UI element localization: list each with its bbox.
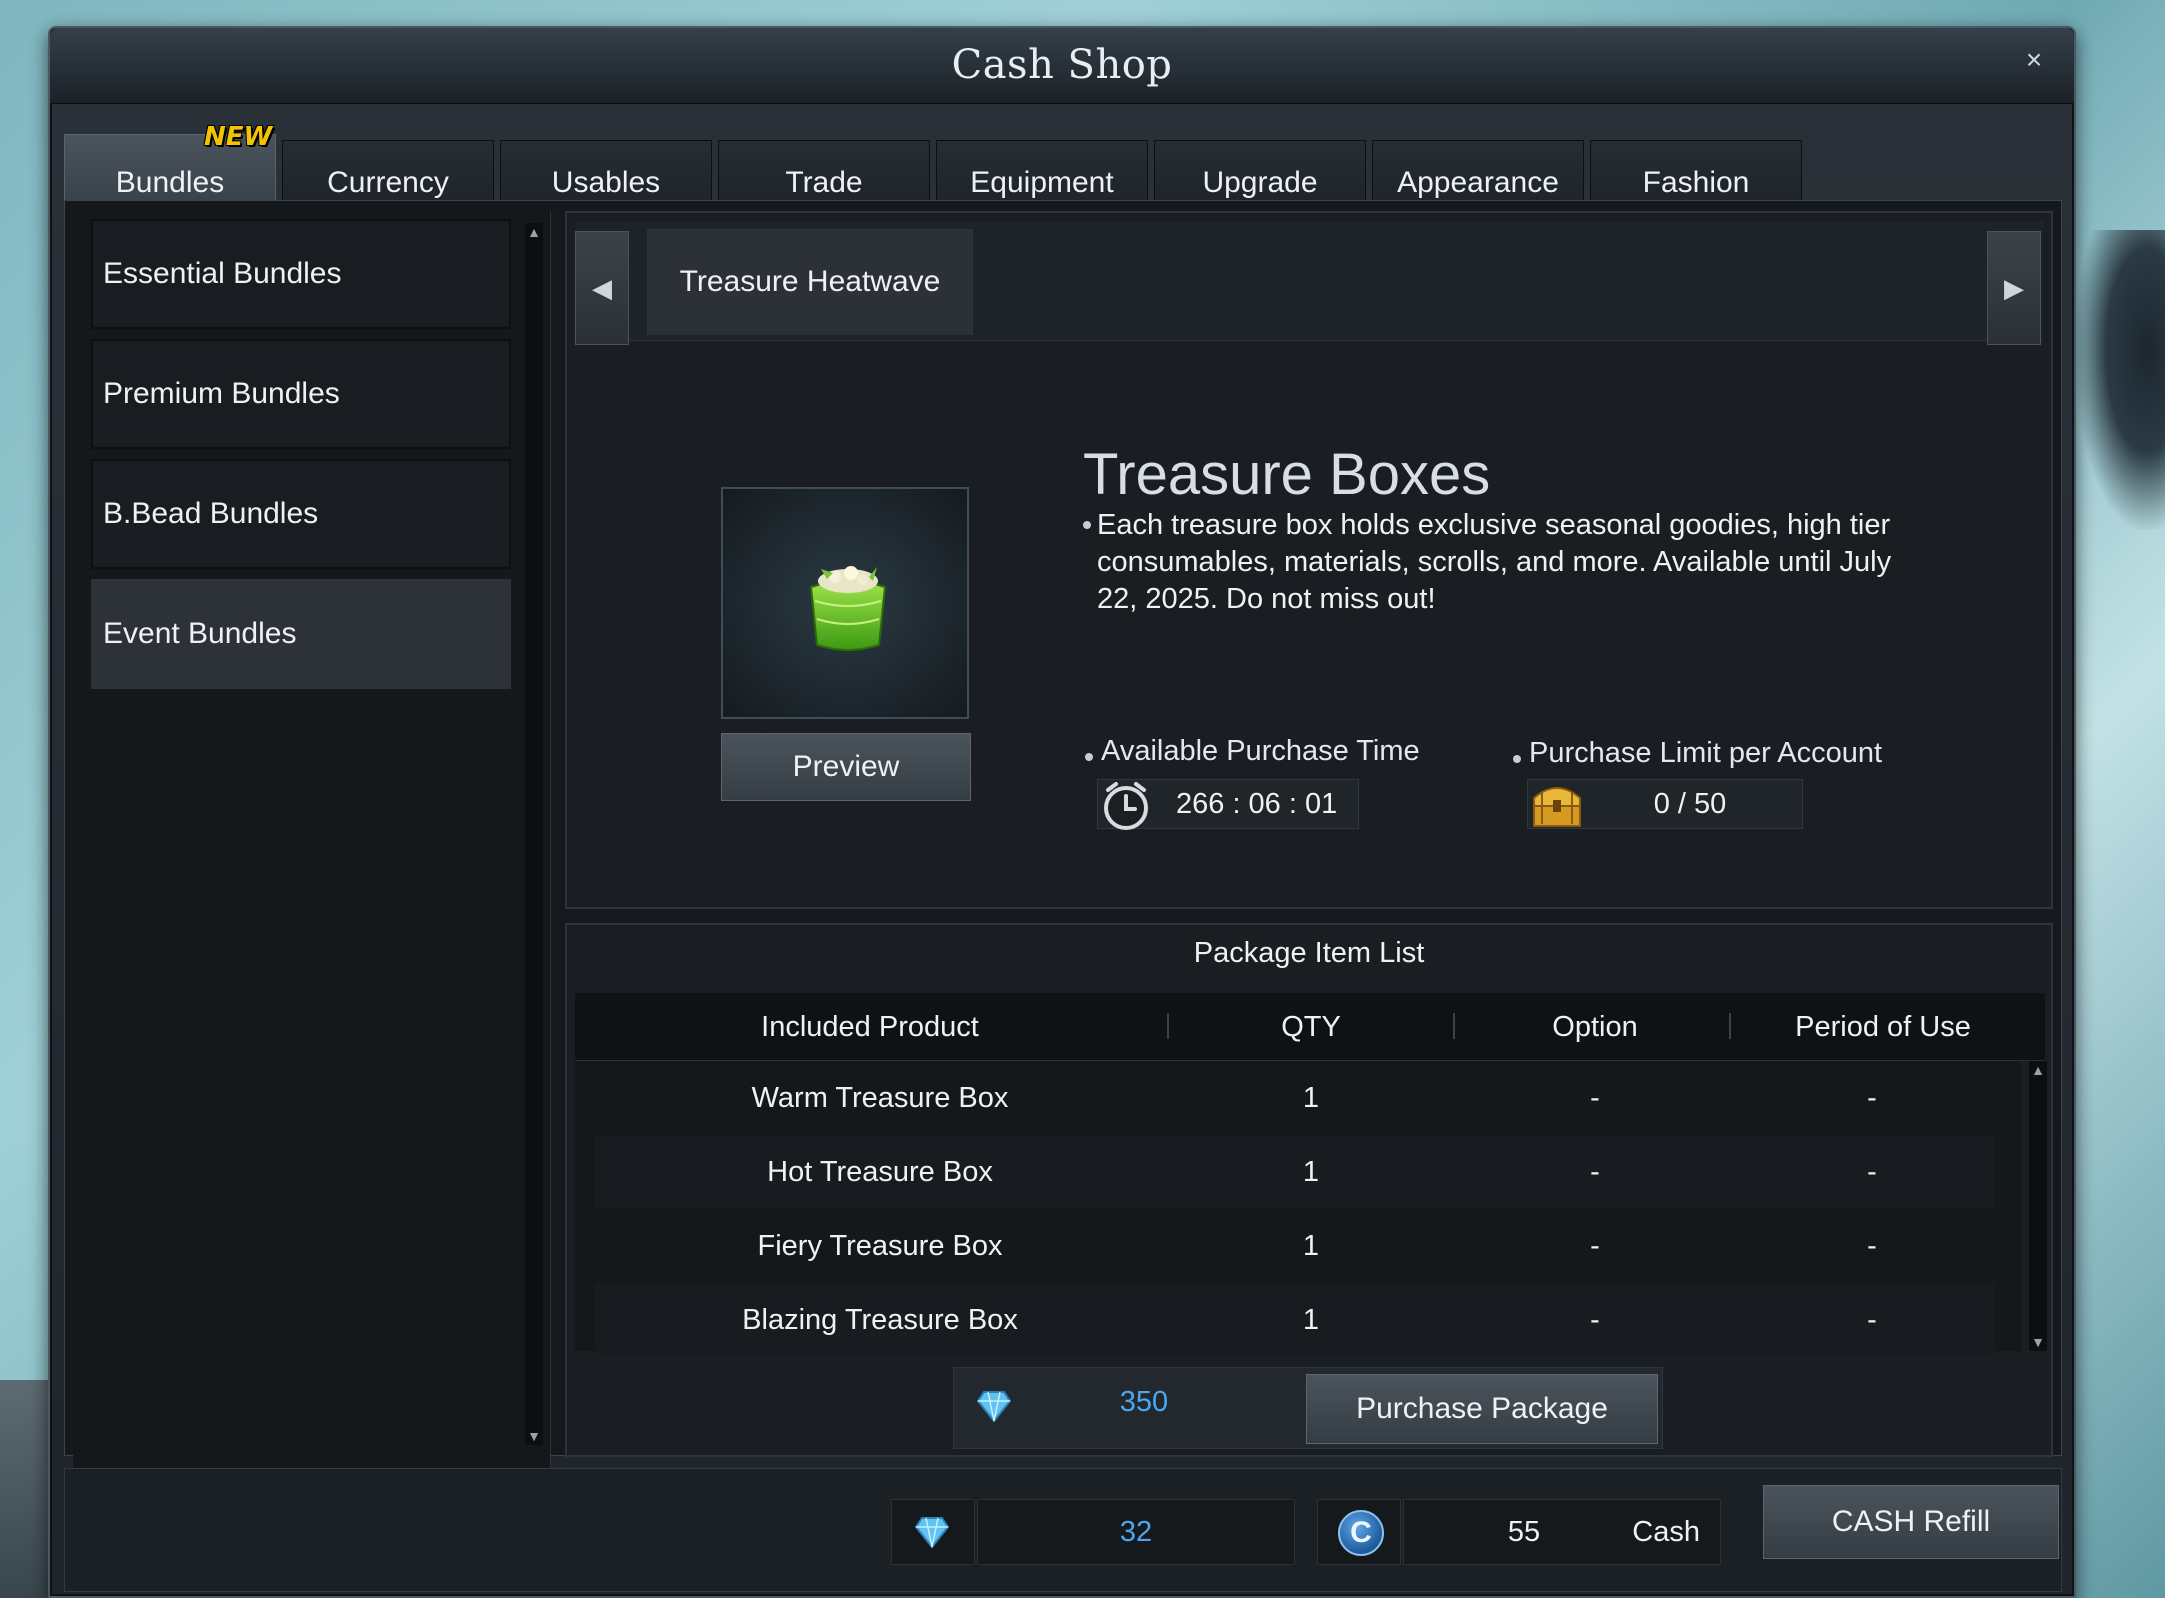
- prev-arrow-icon[interactable]: ◀: [575, 231, 629, 345]
- column-header-period: Period of Use: [1795, 1011, 1971, 1043]
- cell-product: Fiery Treasure Box: [757, 1230, 1003, 1262]
- cash-icon-box: C: [1317, 1499, 1401, 1565]
- cash-balance-box: 55 Cash: [1403, 1499, 1721, 1565]
- cell-qty: 1: [1302, 1230, 1320, 1262]
- table-header: Included Product QTY Option Period of Us…: [575, 993, 2045, 1061]
- cash-refill-button[interactable]: CASH Refill: [1763, 1485, 2059, 1559]
- sidebar-scrollbar[interactable]: ▲ ▼: [525, 223, 543, 1445]
- event-tab-treasure-heatwave[interactable]: Treasure Heatwave: [647, 229, 973, 335]
- table-row: Hot Treasure Box 1 - -: [595, 1135, 1995, 1209]
- bullet-icon: [1083, 521, 1091, 529]
- purchase-limit-label: Purchase Limit per Account: [1529, 737, 1883, 769]
- cell-product: Blazing Treasure Box: [742, 1304, 1018, 1336]
- product-description: Each treasure box holds exclusive season…: [1097, 509, 1892, 615]
- table-body: Warm Treasure Box 1 - - Hot Treasure Box…: [575, 1061, 2021, 1357]
- cash-balance: 55: [1507, 1516, 1541, 1548]
- column-header-qty: QTY: [1281, 1011, 1341, 1043]
- sidebar-item-bbead-bundles[interactable]: B.Bead Bundles: [91, 459, 511, 569]
- bullet-icon: [1085, 753, 1093, 761]
- cash-shop-window: Cash Shop × Bundles NEW Currency Usables…: [48, 26, 2076, 1598]
- purchase-time-value: 266 : 06 : 01: [1176, 788, 1338, 820]
- title-bar[interactable]: Cash Shop ×: [50, 28, 2074, 104]
- sidebar-item-essential-bundles[interactable]: Essential Bundles: [91, 219, 511, 329]
- column-separator: [1729, 1013, 1731, 1039]
- purchase-limit-value: 0 / 50: [1653, 788, 1727, 820]
- sidebar: Essential Bundles Premium Bundles B.Bead…: [73, 211, 551, 1477]
- alarm-clock-icon: [1104, 782, 1148, 830]
- event-tab-bar: ◀ Treasure Heatwave ▶: [575, 221, 2043, 345]
- new-badge: NEW: [204, 122, 273, 152]
- bullet-icon: [1513, 755, 1521, 763]
- cell-period: -: [1867, 1082, 1877, 1114]
- gem-icon: [914, 1517, 950, 1549]
- scroll-up-icon[interactable]: ▲: [525, 223, 543, 241]
- price-bar: 350 Purchase Package: [953, 1367, 1663, 1449]
- column-separator: [1453, 1013, 1455, 1039]
- cell-period: -: [1867, 1230, 1877, 1262]
- cell-option: -: [1590, 1304, 1600, 1336]
- scroll-up-icon[interactable]: ▲: [2029, 1061, 2047, 1079]
- sidebar-item-premium-bundles[interactable]: Premium Bundles: [91, 339, 511, 449]
- product-title: Treasure Boxes: [1083, 442, 1491, 507]
- column-header-product: Included Product: [761, 1011, 979, 1043]
- package-title: Package Item List: [1193, 937, 1425, 969]
- cell-product: Hot Treasure Box: [767, 1156, 993, 1188]
- column-separator: [1167, 1013, 1169, 1039]
- close-button[interactable]: ×: [2018, 44, 2050, 76]
- preview-button[interactable]: Preview: [721, 733, 971, 801]
- cell-product: Warm Treasure Box: [751, 1082, 1009, 1114]
- scroll-down-icon[interactable]: ▼: [2029, 1333, 2047, 1351]
- background-shape: [2075, 230, 2165, 530]
- item-image-frame: [721, 487, 969, 719]
- purchase-limit-box: 0 / 50: [1527, 779, 1803, 829]
- scroll-down-icon[interactable]: ▼: [525, 1427, 543, 1445]
- gem-icon: [976, 1391, 1012, 1423]
- column-header-option: Option: [1552, 1011, 1638, 1043]
- package-scrollbar[interactable]: ▲ ▼: [2029, 1061, 2047, 1351]
- purchase-package-button[interactable]: Purchase Package: [1306, 1374, 1658, 1444]
- purchase-time-label: Available Purchase Time: [1101, 735, 1420, 767]
- cell-qty: 1: [1302, 1156, 1320, 1188]
- package-price: 350: [1119, 1386, 1169, 1418]
- next-arrow-icon[interactable]: ▶: [1987, 231, 2041, 345]
- window-title: Cash Shop: [951, 42, 1173, 88]
- footer-bar: 32 C 55 Cash CASH Refill: [64, 1468, 2062, 1592]
- sidebar-item-event-bundles[interactable]: Event Bundles: [91, 579, 511, 689]
- gem-balance-icon-box: [891, 1499, 975, 1565]
- content-area: ◀ Treasure Heatwave ▶ Preview Treasure B…: [565, 211, 2053, 1457]
- cell-option: -: [1590, 1230, 1600, 1262]
- cell-period: -: [1867, 1156, 1877, 1188]
- cash-coin-icon: C: [1338, 1510, 1384, 1556]
- product-detail-panel: ◀ Treasure Heatwave ▶ Preview Treasure B…: [565, 211, 2053, 909]
- cash-label: Cash: [1632, 1516, 1700, 1548]
- cell-period: -: [1867, 1304, 1877, 1336]
- cell-qty: 1: [1302, 1082, 1320, 1114]
- gem-balance: 32: [977, 1499, 1295, 1565]
- table-row: Warm Treasure Box 1 - -: [595, 1061, 1995, 1135]
- purchase-time-box: 266 : 06 : 01: [1097, 779, 1359, 830]
- cell-option: -: [1590, 1156, 1600, 1188]
- table-row: Fiery Treasure Box 1 - -: [595, 1209, 1995, 1283]
- package-item-list-panel: Package Item List Included Product QTY O…: [565, 923, 2053, 1457]
- cell-option: -: [1590, 1082, 1600, 1114]
- table-row: Blazing Treasure Box 1 - -: [595, 1283, 1995, 1357]
- cell-qty: 1: [1302, 1304, 1320, 1336]
- main-panel: Essential Bundles Premium Bundles B.Bead…: [64, 200, 2062, 1477]
- green-treasure-box-icon: [809, 566, 887, 651]
